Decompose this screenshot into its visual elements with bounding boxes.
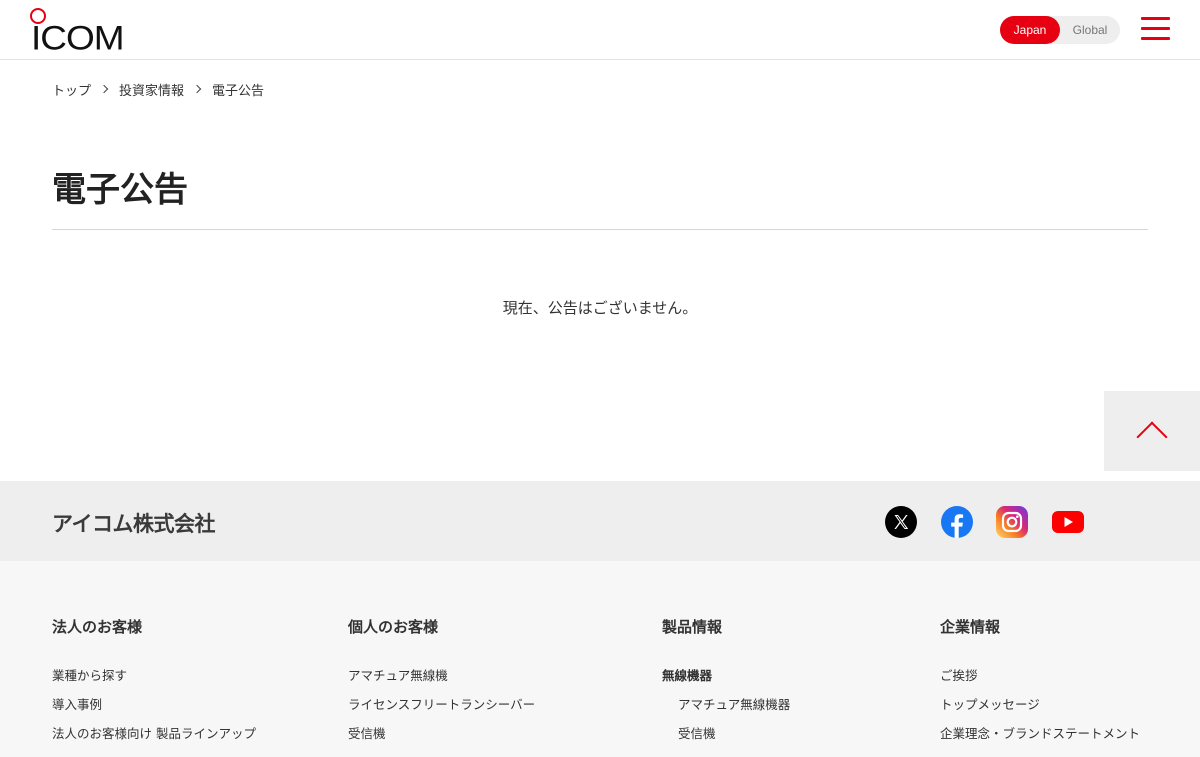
chevron-right-icon xyxy=(192,84,202,94)
instagram-icon[interactable] xyxy=(995,505,1029,539)
back-to-top-button[interactable] xyxy=(1104,391,1200,471)
footer-link[interactable]: アマチュア無線機 xyxy=(348,667,535,685)
footer-link[interactable]: 企業理念・ブランドステートメント xyxy=(940,725,1140,743)
chevron-up-icon xyxy=(1136,421,1168,453)
footer-link[interactable]: ご挨拶 xyxy=(940,667,1140,685)
breadcrumb: トップ 投資家情報 電子公告 xyxy=(52,80,265,99)
breadcrumb-top[interactable]: トップ xyxy=(52,80,91,99)
icom-logo[interactable]: ICOM xyxy=(30,8,125,57)
hamburger-menu-icon[interactable] xyxy=(1141,16,1171,44)
no-notice-message: 現在、公告はございません。 xyxy=(502,299,698,317)
footer-link[interactable]: 導入事例 xyxy=(52,696,256,714)
breadcrumb-current: 電子公告 xyxy=(212,83,265,99)
language-toggle: Japan Global xyxy=(1000,16,1120,44)
footer-link[interactable]: ライセンスフリートランシーバー xyxy=(348,696,535,714)
footer-link[interactable]: トップメッセージ xyxy=(940,696,1140,714)
footer-link[interactable]: 受信機 xyxy=(662,725,790,743)
x-twitter-icon[interactable] xyxy=(884,505,918,539)
footer-column-company-info: 企業情報 ご挨拶 トップメッセージ 企業理念・ブランドステートメント xyxy=(940,617,1140,754)
footer-link[interactable]: 受信機 xyxy=(348,725,535,743)
footer-column-products: 製品情報 無線機器 アマチュア無線機器 受信機 xyxy=(662,617,790,754)
title-divider xyxy=(52,229,1148,230)
footer-link[interactable]: 法人のお客様向け 製品ラインアップ xyxy=(52,725,256,743)
logo-text: ICOM xyxy=(31,19,125,57)
lang-global-button[interactable]: Global xyxy=(1060,16,1120,44)
youtube-icon[interactable] xyxy=(1051,509,1085,543)
lang-japan-button[interactable]: Japan xyxy=(1000,16,1060,44)
footer-heading[interactable]: 法人のお客様 xyxy=(52,617,256,637)
facebook-icon[interactable] xyxy=(940,505,974,539)
footer-column-individual-customers: 個人のお客様 アマチュア無線機 ライセンスフリートランシーバー 受信機 xyxy=(348,617,535,754)
page-title: 電子公告 xyxy=(52,170,188,210)
footer-heading[interactable]: 個人のお客様 xyxy=(348,617,535,637)
breadcrumb-investor-info[interactable]: 投資家情報 xyxy=(119,80,184,99)
footer-heading[interactable]: 企業情報 xyxy=(940,617,1140,637)
company-name-logo[interactable]: アイコム株式会社 xyxy=(52,509,215,539)
site-header: ICOM Japan Global xyxy=(0,0,1200,60)
chevron-right-icon xyxy=(99,84,109,94)
footer-column-corporate-customers: 法人のお客様 業種から探す 導入事例 法人のお客様向け 製品ラインアップ xyxy=(52,617,256,754)
footer-link-category[interactable]: 無線機器 xyxy=(662,667,790,685)
footer-band: アイコム株式会社 xyxy=(0,481,1200,561)
footer-link[interactable]: 業種から探す xyxy=(52,667,256,685)
footer-nav: 法人のお客様 業種から探す 導入事例 法人のお客様向け 製品ラインアップ 個人の… xyxy=(0,561,1200,757)
footer-link[interactable]: アマチュア無線機器 xyxy=(662,696,790,714)
footer-heading[interactable]: 製品情報 xyxy=(662,617,790,637)
